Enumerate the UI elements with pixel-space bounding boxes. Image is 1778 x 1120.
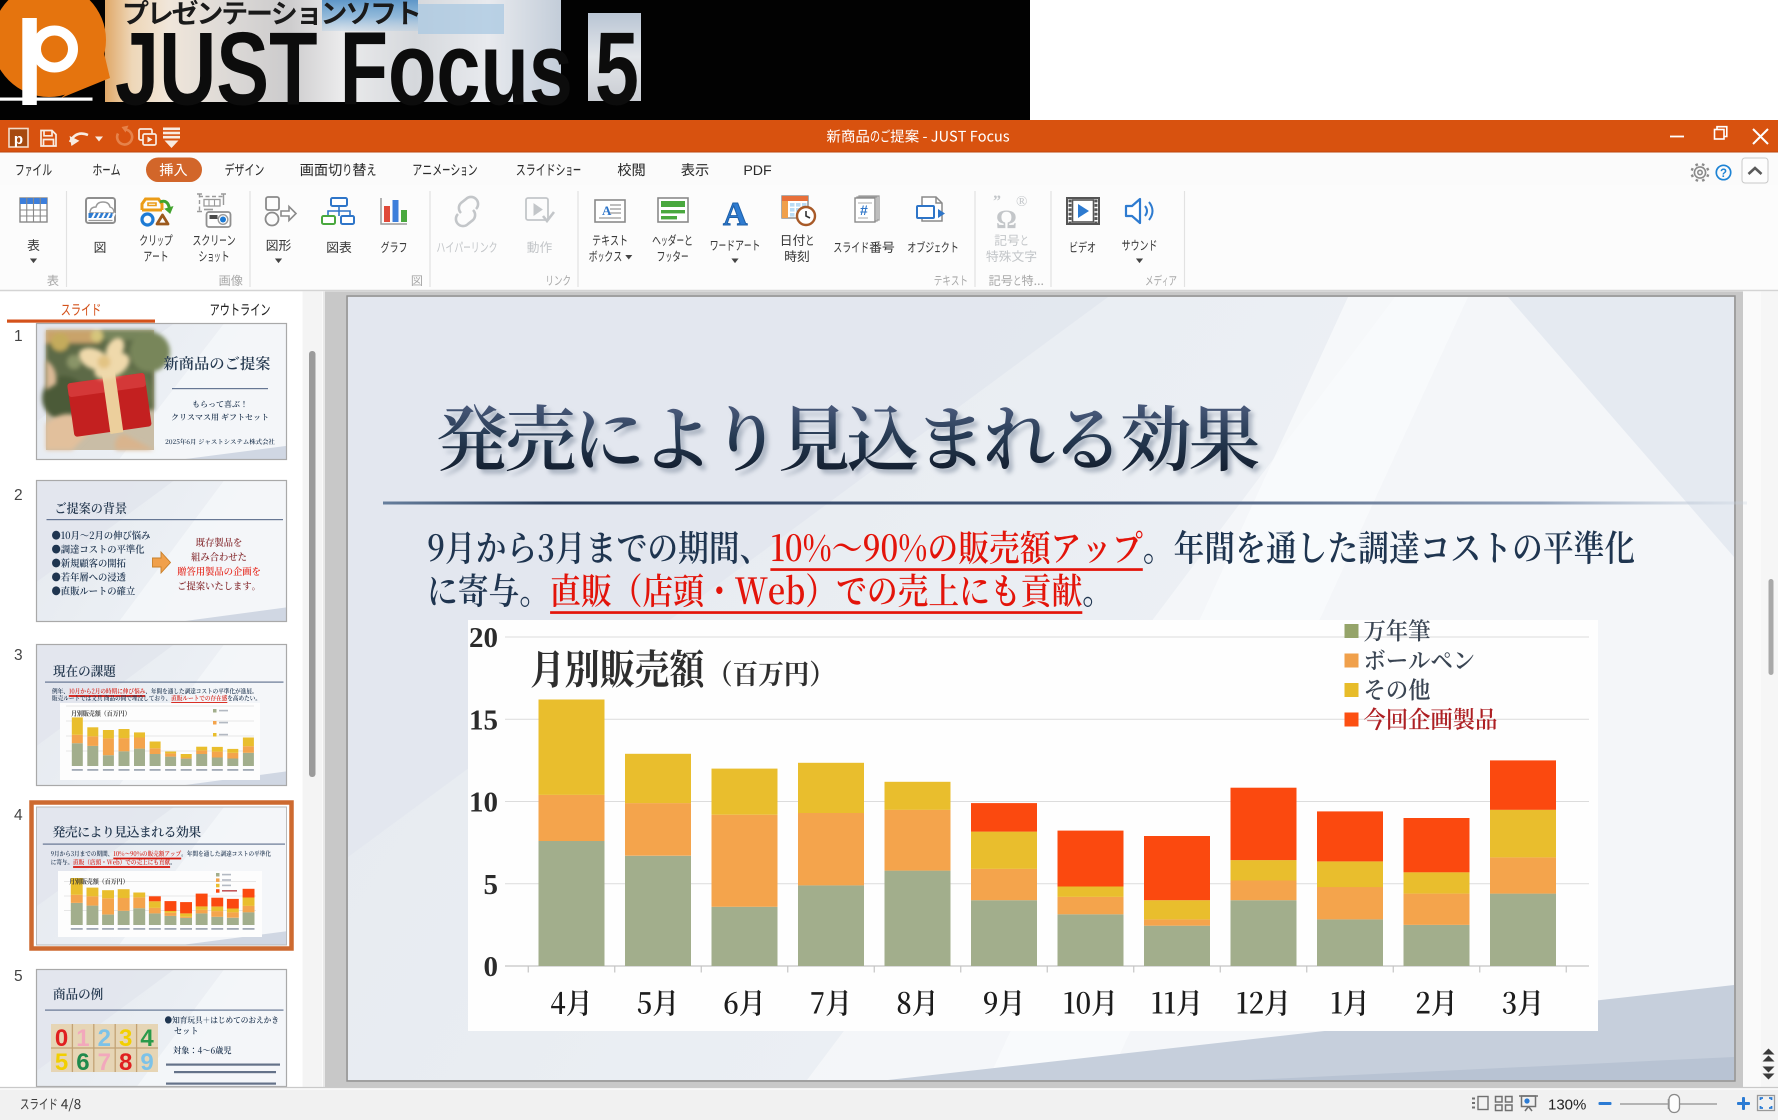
svg-text:20: 20 [469, 622, 498, 654]
svg-text:2: 2 [98, 1025, 111, 1052]
svg-text:15: 15 [469, 704, 498, 736]
svg-text:0: 0 [484, 951, 499, 983]
svg-text:6: 6 [76, 1049, 89, 1076]
svg-text:1: 1 [76, 1025, 89, 1052]
svg-text:5: 5 [55, 1049, 68, 1076]
svg-text:PDF: PDF [743, 163, 772, 179]
svg-text:4: 4 [14, 807, 23, 824]
svg-text:3: 3 [119, 1025, 132, 1052]
svg-text:A: A [723, 196, 748, 233]
svg-text:5: 5 [14, 968, 23, 985]
svg-text:®: ® [1016, 194, 1027, 210]
svg-text:4: 4 [140, 1025, 154, 1052]
svg-text:8: 8 [119, 1049, 132, 1076]
svg-text:130%: 130% [1548, 1097, 1586, 1114]
svg-text:10: 10 [469, 787, 498, 819]
svg-text:3: 3 [14, 647, 23, 664]
svg-text:7: 7 [98, 1049, 111, 1076]
svg-text:p: p [14, 131, 23, 148]
svg-text:JUST Focus 5: JUST Focus 5 [115, 12, 639, 128]
svg-text:1: 1 [14, 328, 23, 345]
svg-text:”: ” [993, 193, 1001, 210]
svg-text:2: 2 [14, 487, 23, 504]
svg-text:?: ? [1720, 168, 1727, 180]
svg-text:9: 9 [140, 1049, 153, 1076]
svg-text:0: 0 [55, 1025, 68, 1052]
svg-text:#: # [860, 202, 868, 218]
svg-text:5: 5 [484, 869, 499, 901]
